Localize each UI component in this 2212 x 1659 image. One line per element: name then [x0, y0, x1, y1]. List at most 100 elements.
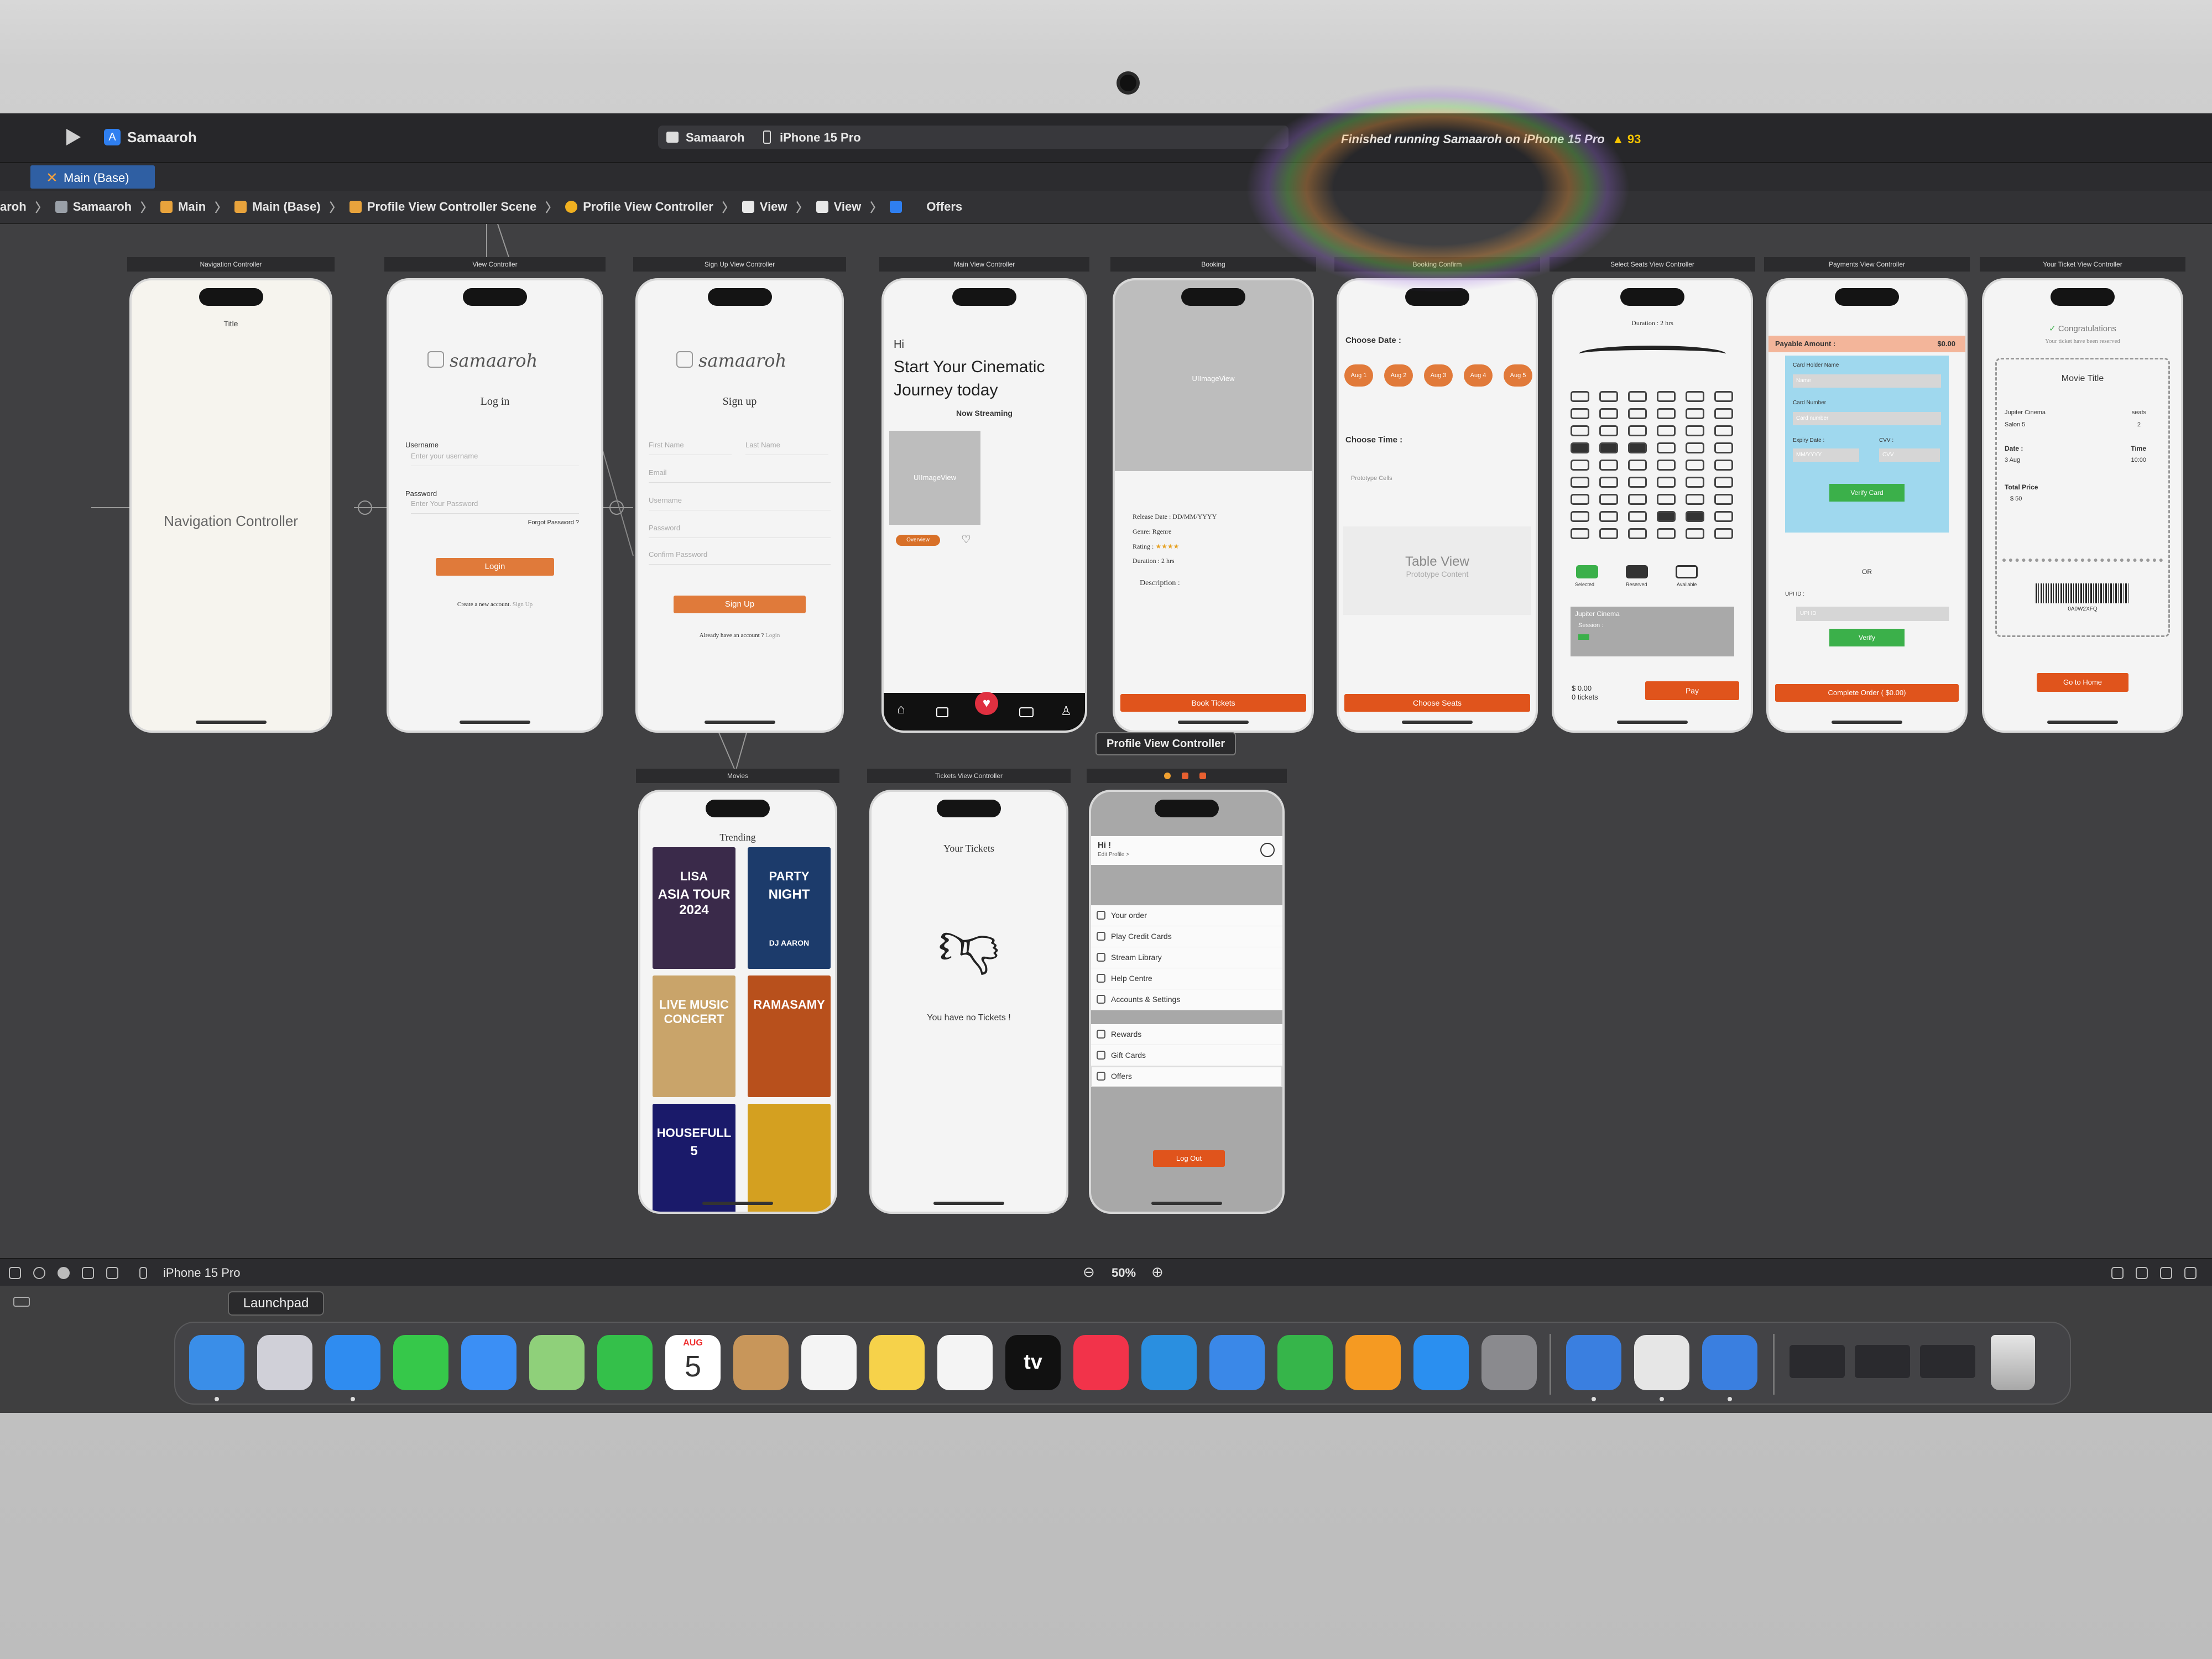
seat[interactable] — [1599, 391, 1618, 402]
seat[interactable] — [1628, 442, 1647, 453]
seat[interactable] — [1571, 442, 1589, 453]
seat[interactable] — [1657, 408, 1676, 419]
password-field[interactable]: Password — [649, 524, 831, 538]
run-icon[interactable] — [66, 129, 81, 145]
seat[interactable] — [1714, 442, 1733, 453]
device-size-icon[interactable] — [106, 1267, 118, 1279]
seat[interactable] — [1628, 408, 1647, 419]
dock-tv-icon[interactable]: tv — [1005, 1335, 1061, 1390]
crumb-2[interactable]: Main 〉 — [160, 198, 227, 216]
dock-freeform-icon[interactable] — [937, 1335, 993, 1390]
verify-upi-button[interactable]: Verify — [1829, 629, 1905, 646]
seat[interactable] — [1657, 425, 1676, 436]
debug-area-toggle-icon[interactable] — [13, 1297, 30, 1307]
seat[interactable] — [1714, 477, 1733, 488]
update-frames-icon[interactable] — [2111, 1267, 2124, 1279]
crumb-3[interactable]: Main (Base) 〉 — [234, 198, 342, 216]
tickets-tab-icon[interactable] — [1019, 707, 1034, 717]
seat[interactable] — [1714, 494, 1733, 505]
dock-contacts-icon[interactable] — [733, 1335, 789, 1390]
signup-button[interactable]: Sign Up — [674, 596, 806, 613]
crumb-4[interactable]: Profile View Controller Scene 〉 — [349, 198, 557, 216]
seat[interactable] — [1686, 477, 1704, 488]
seat[interactable] — [1657, 391, 1676, 402]
seat[interactable] — [1686, 494, 1704, 505]
seat[interactable] — [1686, 408, 1704, 419]
seat[interactable] — [1686, 391, 1704, 402]
overview-button[interactable]: Overview — [896, 535, 940, 546]
dock-xcode-icon[interactable] — [1566, 1335, 1621, 1390]
warnings-count[interactable]: ▲ 93 — [1612, 132, 1641, 147]
seat[interactable] — [1571, 408, 1589, 419]
device-config[interactable]: iPhone 15 Pro — [163, 1266, 240, 1280]
appearance-icon[interactable] — [33, 1267, 45, 1279]
dock-reminders-icon[interactable] — [801, 1335, 857, 1390]
dock-safari-icon[interactable] — [325, 1335, 380, 1390]
align-icon[interactable] — [2136, 1267, 2148, 1279]
scene-movies[interactable]: Movies Trending LISA ASIA TOUR 2024 PARTY N… — [636, 769, 839, 1214]
seat[interactable] — [1714, 511, 1733, 522]
zoom-out-icon[interactable]: ⊖ — [1083, 1264, 1095, 1281]
orientation-icon[interactable] — [82, 1267, 94, 1279]
cvv-field[interactable]: CVV — [1879, 448, 1940, 462]
username-field[interactable]: Enter your username — [411, 452, 579, 466]
movie-poster[interactable]: LIVE MUSIC CONCERT — [653, 975, 735, 1097]
table-view[interactable]: Table View Prototype Content — [1343, 526, 1531, 615]
last-name-field[interactable]: Last Name — [745, 441, 828, 455]
dock-system-settings-icon[interactable] — [1481, 1335, 1537, 1390]
seat[interactable] — [1714, 425, 1733, 436]
seat[interactable] — [1657, 477, 1676, 488]
seat[interactable] — [1657, 442, 1676, 453]
seat[interactable] — [1686, 460, 1704, 471]
seat[interactable] — [1571, 494, 1589, 505]
crumb-0[interactable]: aroh 〉 — [0, 198, 48, 216]
seat[interactable] — [1714, 460, 1733, 471]
avatar-icon[interactable] — [1260, 843, 1275, 857]
pay-button[interactable]: Pay — [1645, 681, 1739, 700]
book-tickets-button[interactable]: Book Tickets — [1120, 694, 1306, 712]
card-holder-field[interactable]: Name — [1793, 374, 1941, 388]
seat[interactable] — [1599, 528, 1618, 539]
first-name-field[interactable]: First Name — [649, 441, 732, 455]
dock-messages-icon[interactable] — [393, 1335, 448, 1390]
date-pill[interactable]: Aug 3 — [1424, 364, 1453, 387]
seat[interactable] — [1628, 494, 1647, 505]
seat[interactable] — [1628, 460, 1647, 471]
movie-image[interactable]: UIImageView — [889, 431, 980, 525]
verify-card-button[interactable]: Verify Card — [1829, 484, 1905, 502]
banner-image[interactable]: UIImageView — [1115, 280, 1312, 471]
scene-main[interactable]: Main View Controller Hi Start Your Cinem… — [879, 257, 1089, 733]
crumb-6[interactable]: View 〉 — [742, 198, 808, 216]
seat[interactable] — [1657, 494, 1676, 505]
seat[interactable] — [1571, 528, 1589, 539]
logout-button[interactable]: Log Out — [1153, 1150, 1225, 1167]
seat[interactable] — [1599, 494, 1618, 505]
seat-grid[interactable] — [1571, 391, 1747, 546]
date-pill[interactable]: Aug 4 — [1464, 364, 1493, 387]
minimized-window-thumbnail[interactable] — [1920, 1345, 1975, 1378]
profile-tab-icon[interactable]: ♙ — [1061, 704, 1072, 718]
dock-facetime-icon[interactable] — [597, 1335, 653, 1390]
dock-music-icon[interactable] — [1073, 1335, 1129, 1390]
username-field[interactable]: Username — [649, 496, 831, 510]
seat[interactable] — [1686, 528, 1704, 539]
tab-main-base[interactable]: ✕ Main (Base) — [30, 165, 155, 189]
seat[interactable] — [1599, 477, 1618, 488]
expiry-field[interactable]: MM/YYYY — [1793, 448, 1859, 462]
profile-menu-item[interactable]: Play Credit Cards — [1091, 926, 1282, 947]
scene-select-seats[interactable]: Select Seats View Controller Duration : … — [1550, 257, 1755, 733]
storyboard-canvas[interactable]: Navigation Controller Title Navigation C… — [0, 224, 2212, 1258]
dock-launchpad-icon[interactable] — [257, 1335, 312, 1390]
dock-app-store-icon[interactable] — [1413, 1335, 1469, 1390]
dock-trash-icon[interactable] — [1991, 1335, 2035, 1390]
seat[interactable] — [1714, 528, 1733, 539]
exit-dot[interactable] — [1199, 773, 1206, 779]
crumb-7[interactable]: View 〉 — [816, 198, 882, 216]
forgot-password-link[interactable]: Forgot Password ? — [528, 519, 579, 526]
scene-signup[interactable]: Sign Up View Controller samaaroh Sign up… — [633, 257, 846, 733]
seat[interactable] — [1657, 528, 1676, 539]
scheme-selector[interactable]: Samaaroh iPhone 15 Pro — [658, 126, 1288, 149]
dock-simulator-icon[interactable] — [1702, 1335, 1757, 1390]
home-tab-icon[interactable]: ⌂ — [897, 702, 905, 717]
choose-seats-button[interactable]: Choose Seats — [1344, 694, 1530, 712]
